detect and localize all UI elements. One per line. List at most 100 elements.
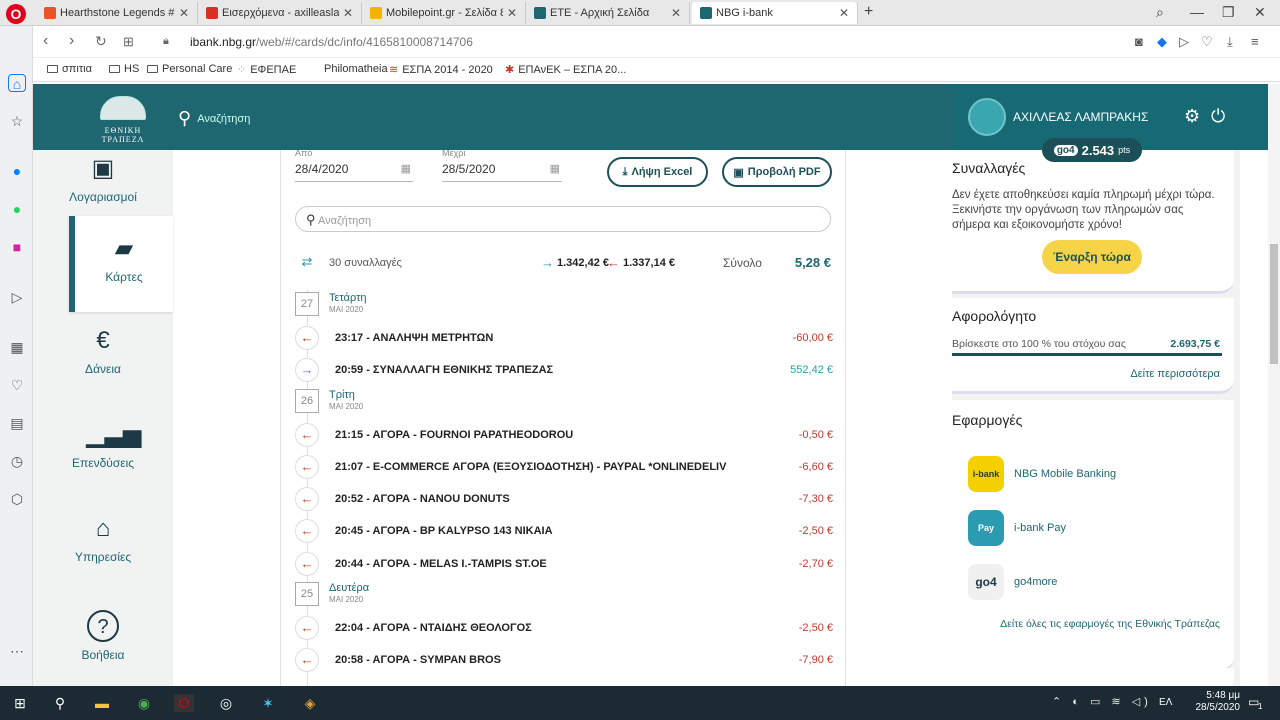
close-tab-icon[interactable]: ✕ (343, 6, 353, 20)
chrome-icon[interactable]: ◉ (134, 694, 154, 712)
download-excel-button[interactable]: ⤓ Λήψη Excel (607, 157, 708, 187)
history-clock-icon[interactable]: ◷ (8, 452, 26, 470)
tab-hearthstone[interactable]: Hearthstone Legends #2 - ✕ (36, 2, 198, 24)
file-explorer-icon[interactable]: ▬ (92, 694, 112, 712)
points-badge[interactable]: go4 2.543 pts (1042, 138, 1142, 162)
tab-search-icon[interactable]: ⌕ (1156, 4, 1164, 21)
to-date-field[interactable]: 28/5/2020 ▦ (442, 160, 562, 182)
app-icon[interactable]: ✶ (258, 694, 278, 712)
transaction-row[interactable]: ← 20:45 - ΑΓΟΡΑ - BP KALYPSO 143 ΝΙΚΑΙΑ -2… (295, 515, 833, 547)
nav-label: Λογαριασμοί (69, 190, 137, 204)
all-apps-link[interactable]: Δείτε όλες τις εφαρμογές της Εθνικής Τρά… (1000, 618, 1220, 630)
system-tray-icons[interactable]: ⌃ ◐ ▭ ≋ ◁) (1052, 695, 1152, 708)
nbg-logo[interactable]: ΕΘΝΙΚΗ ΤΡΑΠΕΖΑ (83, 96, 163, 144)
hearthstone-icon[interactable]: ◈ (300, 694, 320, 712)
vpn-shield-icon[interactable]: ◆ (1157, 34, 1167, 50)
bookmark-link[interactable]: ≋ ΕΣΠΑ 2014 - 2020 (389, 63, 493, 77)
tax-progress-text: Βρίσκεστε στο 100 % του στόχου σας (952, 338, 1126, 350)
power-icon[interactable]: ⏻ (1211, 106, 1225, 127)
messenger-icon[interactable]: ● (8, 162, 26, 180)
menu-icon[interactable]: ≡ (1251, 34, 1259, 49)
bookmark-link[interactable]: Philomatheia (324, 63, 388, 75)
transaction-row[interactable]: ← 23:17 - ΑΝΑΛΗΨΗ ΜΕΤΡΗΤΩΝ -60,00 € (295, 322, 833, 354)
bookmark-folder[interactable]: HS (109, 63, 139, 75)
send-icon[interactable]: ▷ (8, 288, 26, 306)
forward-icon[interactable]: › (69, 32, 74, 50)
transaction-row[interactable]: ← 20:44 - ΑΓΟΡΑ - MELAS I.-TAMPIS ST.OE -2… (295, 548, 833, 580)
nav-investments[interactable]: ▁▃▅ Επενδύσεις (33, 420, 173, 498)
heart-icon[interactable]: ♡ (8, 376, 26, 394)
extensions-cube-icon[interactable]: ⬡ (8, 490, 26, 508)
windows-start-icon[interactable]: ⊞ (10, 694, 30, 712)
close-tab-icon[interactable]: ✕ (179, 6, 189, 20)
clock[interactable]: 5:48 μμ 28/5/2020 (1196, 690, 1241, 714)
bookmark-folder[interactable]: σπιτια (47, 63, 92, 75)
transaction-row[interactable]: ← 21:15 - ΑΓΟΡΑ - FOURNOI PAPATHEODOROU -0… (295, 419, 833, 451)
bookmark-link[interactable]: ✱ ΕΠΑνΕΚ – ΕΣΠΑ 20... (505, 63, 626, 77)
camera-icon[interactable]: ◙ (1135, 34, 1143, 49)
nav-loans[interactable]: € Δάνεια (33, 326, 173, 404)
start-now-button[interactable]: Έναρξη τώρα (1042, 240, 1142, 274)
outgoing-arrow-icon: ← (295, 454, 319, 479)
nav-services[interactable]: ⌂ Υπηρεσίες (33, 514, 173, 592)
whatsapp-icon[interactable]: ● (8, 200, 26, 218)
avatar[interactable] (968, 98, 1006, 136)
tab-inbox[interactable]: Εισερχόμενα - axilleaslamp ✕ (198, 2, 362, 24)
send-flow-icon[interactable]: ▷ (1179, 34, 1189, 50)
download-icon[interactable]: ⤓ (1227, 34, 1233, 50)
instagram-icon[interactable]: ■ (8, 238, 26, 256)
transaction-row[interactable]: → 20:59 - ΣΥΝΑΛΛΑΓΗ ΕΘΝΙΚΗΣ ΤΡΑΠΕΖΑΣ 552,4… (295, 354, 833, 386)
transaction-row[interactable]: ← 21:07 - E-COMMERCE ΑΓΟΡΑ (ΕΞΟΥΣΙΟΔΟΤΗΣΗ… (295, 451, 833, 483)
from-date-field[interactable]: 28/4/2020 ▦ (295, 160, 413, 182)
incoming-arrow-icon: → (541, 255, 554, 270)
reload-icon[interactable]: ↻ (95, 33, 107, 50)
transaction-row[interactable]: ← 22:04 - ΑΓΟΡΑ - ΝΤΑΙΔΗΣ ΘΕΟΛΟΓΟΣ -2,50 € (295, 612, 833, 644)
back-icon[interactable]: ‹ (43, 32, 48, 50)
restore-icon[interactable]: ❐ (1222, 4, 1235, 21)
close-tab-icon[interactable]: ✕ (507, 6, 517, 20)
tax-see-more-link[interactable]: Δείτε περισσότερα (1130, 368, 1220, 380)
more-icon[interactable]: ⋯ (8, 642, 26, 660)
transaction-row[interactable]: ← 20:52 - ΑΓΟΡΑ - NANOU DONUTS -7,30 € (295, 483, 833, 515)
bookmark-link[interactable]: ⁘ ΕΦΕΠΑΕ (237, 63, 296, 77)
app-icon[interactable]: ◎ (216, 694, 236, 712)
page-scrollbar[interactable] (1268, 84, 1280, 686)
close-tab-icon[interactable]: ✕ (839, 6, 849, 20)
points-value: 2.543 (1081, 142, 1115, 158)
nav-help[interactable]: ? Βοήθεια (33, 610, 173, 688)
minimize-icon[interactable]: — (1190, 4, 1204, 20)
transaction-row[interactable]: ← 20:58 - ΑΓΟΡΑ - SYMPAN BROS -7,90 € (295, 644, 833, 676)
news-icon[interactable]: ▤ (8, 414, 26, 432)
app-nbg-mobile[interactable]: i-bank NBG Mobile Banking (968, 456, 1116, 492)
bookmark-folder[interactable]: Personal Care (147, 63, 232, 75)
opera-icon[interactable]: O (174, 694, 194, 712)
tab-mobilepoint[interactable]: Mobilepoint.gr - Σελίδα 89 ✕ (362, 2, 526, 24)
nav-cards[interactable]: ▰ Κάρτες (69, 216, 173, 312)
tabs-grid-icon[interactable]: ⊞ (123, 34, 134, 50)
close-window-icon[interactable]: ✕ (1254, 4, 1266, 21)
speed-dial-icon[interactable]: ⌂ (8, 74, 26, 92)
tab-ete-home[interactable]: ΕΤΕ - Αρχική Σελίδα ✕ (526, 2, 690, 24)
app-go4more[interactable]: go4 go4more (968, 564, 1057, 600)
transaction-description: 20:45 - ΑΓΟΡΑ - BP KALYPSO 143 ΝΙΚΑΙΑ (335, 525, 553, 538)
transactions-search-input[interactable]: ⚲ Αναζήτηση (295, 206, 831, 232)
url-field[interactable]: ibank.nbg.gr/web/#/cards/dc/info/4165810… (190, 35, 473, 49)
apps-grid-icon[interactable]: ▦ (8, 338, 26, 356)
scrollbar-thumb[interactable] (1270, 244, 1278, 364)
new-tab-button[interactable]: + (864, 3, 873, 21)
gear-icon[interactable]: ⚙ (1184, 106, 1200, 127)
calendar-icon[interactable]: ▦ (550, 162, 560, 175)
close-tab-icon[interactable]: ✕ (671, 6, 681, 20)
app-ibank-pay[interactable]: Pay i-bank Pay (968, 510, 1066, 546)
language-indicator[interactable]: ΕΛ (1159, 697, 1172, 708)
header-search[interactable]: ⚲ Αναζήτηση (178, 108, 250, 129)
folder-icon (47, 65, 58, 73)
tab-nbg-ibank[interactable]: NBG i-bank ✕ (692, 2, 858, 24)
opera-logo[interactable]: O (6, 4, 26, 24)
search-icon[interactable]: ⚲ (50, 694, 70, 712)
heart-icon[interactable]: ♡ (1201, 34, 1213, 50)
bookmarks-star-icon[interactable]: ☆ (8, 112, 26, 130)
calendar-icon[interactable]: ▦ (401, 162, 411, 175)
transaction-description: 22:04 - ΑΓΟΡΑ - ΝΤΑΙΔΗΣ ΘΕΟΛΟΓΟΣ (335, 622, 532, 635)
view-pdf-button[interactable]: ▣ Προβολή PDF (722, 157, 832, 187)
